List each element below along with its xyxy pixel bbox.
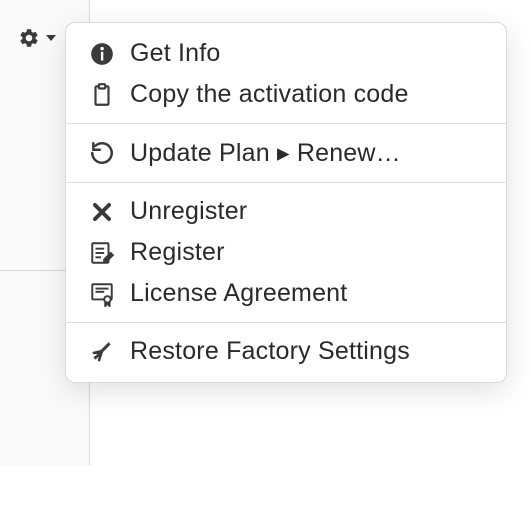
menu-item-label: Restore Factory Settings — [130, 337, 410, 366]
clipboard-icon — [88, 81, 116, 109]
menu-item-label: Register — [130, 238, 225, 267]
menu-item-restore[interactable]: Restore Factory Settings — [66, 331, 506, 372]
refresh-icon — [88, 139, 116, 167]
menu-item-license[interactable]: License Agreement — [66, 273, 506, 314]
certificate-icon — [88, 280, 116, 308]
info-icon — [88, 40, 116, 68]
menu-item-update-plan[interactable]: Update Plan ▸ Renew… — [66, 132, 506, 174]
menu-item-unregister[interactable]: Unregister — [66, 191, 506, 232]
menu-item-register[interactable]: Register — [66, 232, 506, 273]
menu-item-copy-code[interactable]: Copy the activation code — [66, 74, 506, 115]
chevron-down-icon — [46, 35, 56, 41]
menu-item-get-info[interactable]: Get Info — [66, 33, 506, 74]
context-menu: Get Info Copy the activation code Update… — [65, 22, 507, 383]
register-icon — [88, 239, 116, 267]
menu-item-label: Copy the activation code — [130, 80, 409, 109]
menu-item-label: Unregister — [130, 197, 247, 226]
gear-menu-trigger[interactable] — [15, 24, 56, 52]
menu-item-label: Get Info — [130, 39, 221, 68]
gear-icon — [15, 24, 43, 52]
broom-icon — [88, 338, 116, 366]
menu-separator — [66, 123, 506, 124]
menu-item-label: Update Plan ▸ Renew… — [130, 138, 401, 168]
menu-separator — [66, 322, 506, 323]
menu-separator — [66, 182, 506, 183]
x-icon — [88, 198, 116, 226]
menu-item-label: License Agreement — [130, 279, 347, 308]
